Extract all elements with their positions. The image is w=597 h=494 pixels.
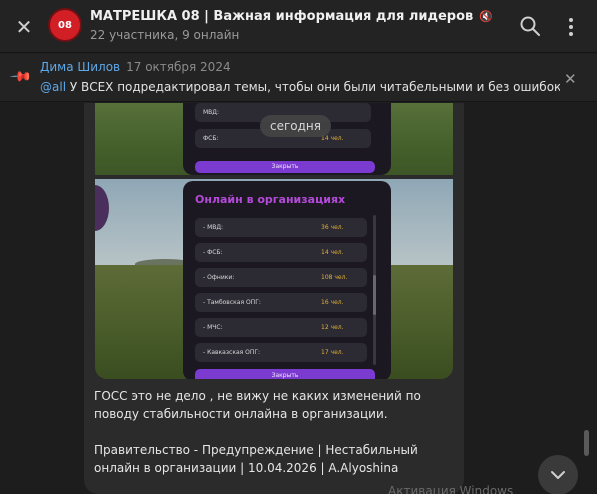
more-vertical-icon[interactable] bbox=[560, 14, 582, 40]
game-close-button: Закрыть bbox=[195, 369, 375, 379]
org-name: - Тамбовская ОПГ: bbox=[203, 299, 261, 306]
pinned-text: @all У ВСЕХ подредактировал темы, чтобы … bbox=[40, 80, 560, 94]
org-row: - Кавказская ОПГ: 17 чел. bbox=[195, 343, 367, 362]
panel-title: Онлайн в организациях bbox=[195, 193, 346, 206]
chat-subtitle: 22 участника, 9 онлайн bbox=[90, 28, 240, 42]
attachment-image-1[interactable]: МВД: ФСБ: 14 чел. Закрыть bbox=[95, 103, 453, 175]
org-name: - Кавказская ОПГ: bbox=[203, 349, 261, 356]
game-panel-top: МВД: ФСБ: 14 чел. Закрыть bbox=[183, 103, 391, 175]
org-value: 108 чел. bbox=[321, 274, 348, 281]
org-name: - ФСБ: bbox=[203, 249, 223, 256]
pinned-message[interactable]: 📌 Дима Шилов 17 октября 2024 @all У ВСЕХ … bbox=[0, 54, 597, 102]
chevron-down-icon[interactable] bbox=[538, 455, 578, 494]
windows-activation-watermark: Активация Windows bbox=[388, 484, 514, 494]
panel-scrollbar bbox=[373, 215, 376, 365]
org-value: 16 чел. bbox=[321, 299, 344, 306]
pinned-author[interactable]: Дима Шилов bbox=[40, 60, 120, 74]
chat-window: ✕ 08 МАТРЕШКА 08 | Важная информация для… bbox=[0, 0, 597, 494]
pin-icon: 📌 bbox=[8, 65, 33, 89]
message-text: ГОСС это не дело , не вижу не каких изме… bbox=[94, 387, 456, 494]
org-value: 17 чел. bbox=[321, 349, 344, 356]
org-value: 36 чел. bbox=[321, 224, 344, 231]
search-icon[interactable] bbox=[519, 15, 541, 37]
game-close-button: Закрыть bbox=[195, 161, 375, 173]
attachment-image-2[interactable]: Онлайн в организациях - МВД: 36 чел. - Ф… bbox=[95, 179, 453, 379]
close-pinned-icon[interactable]: ✕ bbox=[564, 70, 577, 88]
org-row: - ФСБ: 14 чел. bbox=[195, 243, 367, 262]
org-row: - МВД: 36 чел. bbox=[195, 218, 367, 237]
message-paragraph: Правительство - Предупреждение | Нестаби… bbox=[94, 443, 418, 475]
message-list: МВД: ФСБ: 14 чел. Закрыть Онлайн в орган… bbox=[0, 103, 597, 494]
mute-icon: 🔇 bbox=[479, 10, 493, 23]
game-panel-online: Онлайн в организациях - МВД: 36 чел. - Ф… bbox=[183, 181, 391, 379]
org-name: - МЧС: bbox=[203, 324, 223, 331]
date-separator: сегодня bbox=[260, 115, 331, 137]
close-icon[interactable]: ✕ bbox=[12, 15, 36, 39]
org-row: - МЧС: 12 чел. bbox=[195, 318, 367, 337]
org-name: - МВД: bbox=[203, 224, 224, 231]
org-name: МВД: bbox=[203, 109, 220, 116]
chat-scrollbar[interactable] bbox=[584, 430, 589, 456]
pinned-author-line: Дима Шилов 17 октября 2024 bbox=[40, 60, 231, 74]
org-name: - Офники: bbox=[203, 274, 235, 281]
pinned-date: 17 октября 2024 bbox=[126, 60, 231, 74]
message-bubble: МВД: ФСБ: 14 чел. Закрыть Онлайн в орган… bbox=[84, 103, 464, 494]
org-value: 14 чел. bbox=[321, 249, 344, 256]
org-row: - Тамбовская ОПГ: 16 чел. bbox=[195, 293, 367, 312]
org-value: 12 чел. bbox=[321, 324, 344, 331]
avatar[interactable]: 08 bbox=[48, 8, 82, 42]
mention-all[interactable]: @all bbox=[40, 80, 66, 94]
message-paragraph: ГОСС это не дело , не вижу не каких изме… bbox=[94, 389, 421, 421]
pinned-body: У ВСЕХ подредактировал темы, чтобы они б… bbox=[66, 80, 560, 94]
org-name: ФСБ: bbox=[203, 135, 219, 142]
chat-title-text: МАТРЕШКА 08 | Важная информация для лиде… bbox=[90, 9, 474, 24]
chat-header: ✕ 08 МАТРЕШКА 08 | Важная информация для… bbox=[0, 0, 597, 53]
chat-title[interactable]: МАТРЕШКА 08 | Важная информация для лиде… bbox=[90, 9, 493, 24]
org-row: - Офники: 108 чел. bbox=[195, 268, 367, 287]
